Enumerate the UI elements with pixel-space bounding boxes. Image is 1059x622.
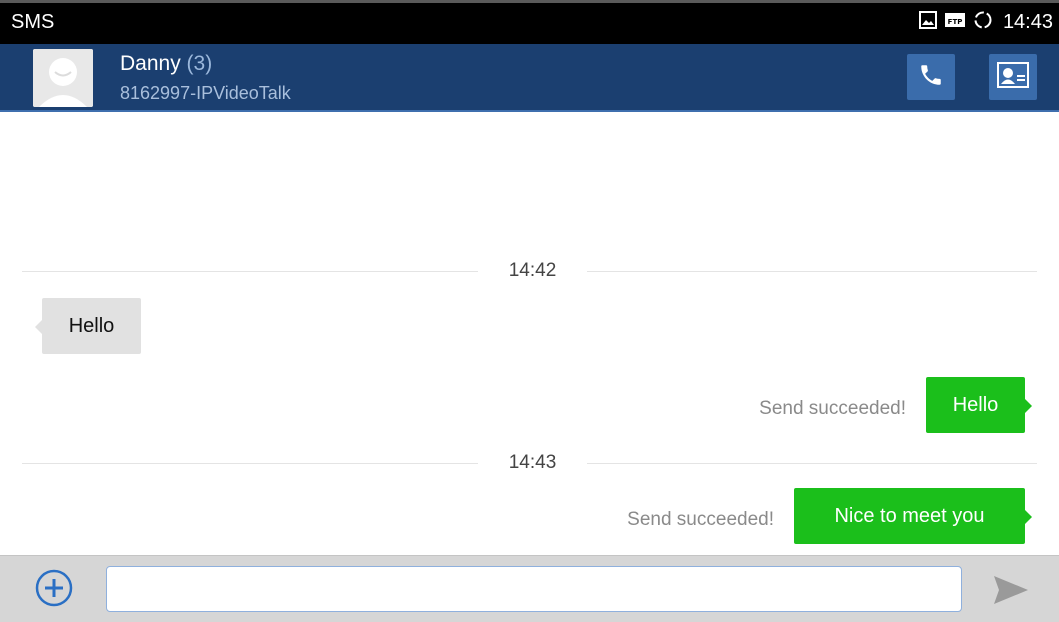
- divider-line: [587, 463, 1037, 464]
- time-divider-label: 14:43: [508, 452, 557, 473]
- incoming-message-bubble[interactable]: Hello: [35, 298, 141, 354]
- contact-name-text: Danny: [120, 52, 181, 75]
- contact-name: Danny (3): [120, 52, 212, 76]
- contact-number: 8162997-IPVideoTalk: [120, 83, 291, 103]
- time-divider: 14:43: [22, 452, 1037, 476]
- send-status: Send succeeded!: [627, 509, 774, 530]
- message-text: Hello: [68, 314, 115, 337]
- message-input[interactable]: [106, 566, 962, 612]
- compose-bar: [0, 555, 1059, 622]
- image-icon: [918, 11, 937, 34]
- contact-details-button[interactable]: [989, 54, 1037, 100]
- divider-line: [22, 271, 478, 272]
- phone-call-icon: [918, 62, 944, 93]
- time-divider-label: 14:42: [508, 260, 557, 281]
- call-button[interactable]: [907, 54, 955, 100]
- message-count: (3): [186, 52, 213, 75]
- send-status: Send succeeded!: [759, 398, 906, 419]
- add-attachment-button[interactable]: [34, 568, 74, 608]
- divider-line: [22, 463, 478, 464]
- send-icon: [990, 576, 1032, 612]
- status-bar: SMS FTP 14:43: [0, 0, 1059, 44]
- message-text: Nice to meet you: [834, 504, 985, 527]
- message-text: Hello: [952, 393, 999, 416]
- avatar[interactable]: [33, 49, 93, 107]
- plus-circle-icon: [34, 569, 74, 612]
- outgoing-message-bubble[interactable]: Nice to meet you: [794, 488, 1032, 544]
- ftp-icon: FTP: [944, 11, 965, 34]
- contact-card-icon: [996, 61, 1030, 94]
- app-title: SMS: [11, 11, 55, 33]
- message-thread[interactable]: 14:42 Hello Send succeeded! Hello 14:43 …: [0, 112, 1059, 555]
- sync-icon: [973, 10, 993, 35]
- svg-text:FTP: FTP: [948, 18, 963, 26]
- divider-line: [587, 271, 1037, 272]
- status-time: 14:43: [1002, 11, 1053, 33]
- time-divider: 14:42: [22, 260, 1037, 284]
- status-icons: FTP 14:43: [918, 10, 1053, 35]
- outgoing-message-bubble[interactable]: Hello: [926, 377, 1032, 433]
- send-button[interactable]: [990, 572, 1032, 608]
- conversation-header: Danny (3) 8162997-IPVideoTalk: [0, 44, 1059, 112]
